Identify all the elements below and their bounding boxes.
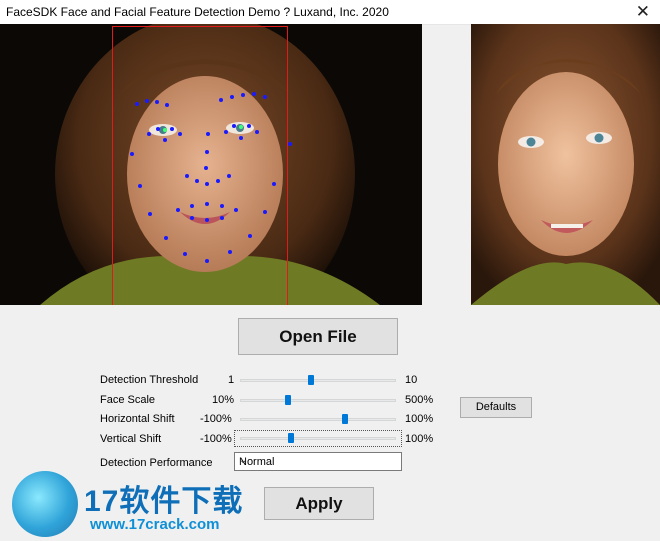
landmark-point bbox=[190, 216, 194, 220]
slider-thumb[interactable] bbox=[288, 433, 294, 443]
close-icon[interactable]: ✕ bbox=[636, 2, 650, 22]
detection-threshold-slider[interactable] bbox=[240, 375, 396, 385]
landmark-point bbox=[224, 130, 228, 134]
landmark-point bbox=[163, 128, 167, 132]
detection-threshold-min: 1 bbox=[228, 374, 235, 386]
landmark-point bbox=[165, 103, 169, 107]
vertical-shift-label: Vertical Shift bbox=[100, 433, 162, 445]
landmark-point bbox=[230, 95, 234, 99]
landmark-point bbox=[205, 259, 209, 263]
landmark-point bbox=[263, 210, 267, 214]
detection-performance-select[interactable]: Normal ⌄ bbox=[234, 452, 402, 471]
landmark-point bbox=[220, 204, 224, 208]
landmark-point bbox=[248, 234, 252, 238]
horizontal-shift-label: Horizontal Shift bbox=[100, 413, 175, 425]
landmark-point bbox=[239, 136, 243, 140]
detection-performance-label: Detection Performance bbox=[100, 457, 213, 469]
landmark-point bbox=[190, 204, 194, 208]
slider-thumb[interactable] bbox=[285, 395, 291, 405]
landmark-point bbox=[205, 218, 209, 222]
window-title: FaceSDK Face and Facial Feature Detectio… bbox=[6, 5, 389, 19]
landmark-point bbox=[272, 182, 276, 186]
landmark-point bbox=[195, 179, 199, 183]
landmark-point bbox=[155, 100, 159, 104]
detection-threshold-label: Detection Threshold bbox=[100, 374, 199, 386]
title-bar: FaceSDK Face and Facial Feature Detectio… bbox=[0, 0, 660, 25]
landmark-point bbox=[219, 98, 223, 102]
chevron-down-icon[interactable]: ⌄ bbox=[239, 455, 397, 466]
horizontal-shift-slider[interactable] bbox=[240, 414, 396, 424]
detected-face-image bbox=[0, 24, 422, 305]
landmark-point bbox=[216, 179, 220, 183]
original-face-image bbox=[471, 24, 660, 305]
open-file-button[interactable]: Open File bbox=[238, 318, 398, 355]
landmark-point bbox=[148, 212, 152, 216]
landmark-point bbox=[138, 184, 142, 188]
slider-thumb[interactable] bbox=[308, 375, 314, 385]
landmark-point bbox=[205, 182, 209, 186]
landmark-point bbox=[185, 174, 189, 178]
landmark-point bbox=[163, 138, 167, 142]
vertical-shift-min: -100% bbox=[200, 433, 232, 445]
face-detection-box bbox=[112, 26, 288, 305]
landmark-point bbox=[205, 202, 209, 206]
landmark-point bbox=[135, 102, 139, 106]
horizontal-shift-min: -100% bbox=[200, 413, 232, 425]
landmark-point bbox=[228, 250, 232, 254]
landmark-point bbox=[227, 174, 231, 178]
apply-button[interactable]: Apply bbox=[264, 487, 374, 520]
landmark-point bbox=[232, 124, 236, 128]
landmark-point bbox=[252, 92, 256, 96]
landmark-point bbox=[170, 127, 174, 131]
face-photo-illustration bbox=[471, 24, 660, 305]
landmark-point bbox=[145, 99, 149, 103]
landmark-point bbox=[183, 252, 187, 256]
landmark-point bbox=[147, 132, 151, 136]
landmark-point bbox=[288, 142, 292, 146]
landmark-point bbox=[156, 127, 160, 131]
landmark-point bbox=[178, 132, 182, 136]
vertical-shift-slider[interactable] bbox=[240, 433, 396, 443]
landmark-point bbox=[130, 152, 134, 156]
face-scale-min: 10% bbox=[212, 394, 235, 406]
vertical-shift-max: 100% bbox=[405, 433, 434, 445]
landmark-point bbox=[255, 130, 259, 134]
landmark-point bbox=[204, 166, 208, 170]
watermark-text: 17软件下载 bbox=[84, 485, 244, 518]
landmark-point bbox=[263, 95, 267, 99]
landmark-point bbox=[239, 125, 243, 129]
watermark-logo-icon bbox=[12, 471, 78, 537]
landmark-point bbox=[205, 150, 209, 154]
landmark-point bbox=[176, 208, 180, 212]
landmark-point bbox=[206, 132, 210, 136]
landmark-point bbox=[164, 236, 168, 240]
face-scale-slider[interactable] bbox=[240, 395, 396, 405]
watermark-url: www.17crack.com bbox=[90, 516, 220, 533]
face-scale-max: 500% bbox=[405, 394, 434, 406]
face-scale-label: Face Scale bbox=[100, 394, 156, 406]
horizontal-shift-max: 100% bbox=[405, 413, 434, 425]
landmark-point bbox=[247, 124, 251, 128]
landmark-point bbox=[241, 93, 245, 97]
landmark-point bbox=[220, 216, 224, 220]
detection-threshold-max: 10 bbox=[405, 374, 418, 386]
landmark-point bbox=[234, 208, 238, 212]
defaults-button[interactable]: Defaults bbox=[460, 397, 532, 418]
slider-thumb[interactable] bbox=[342, 414, 348, 424]
